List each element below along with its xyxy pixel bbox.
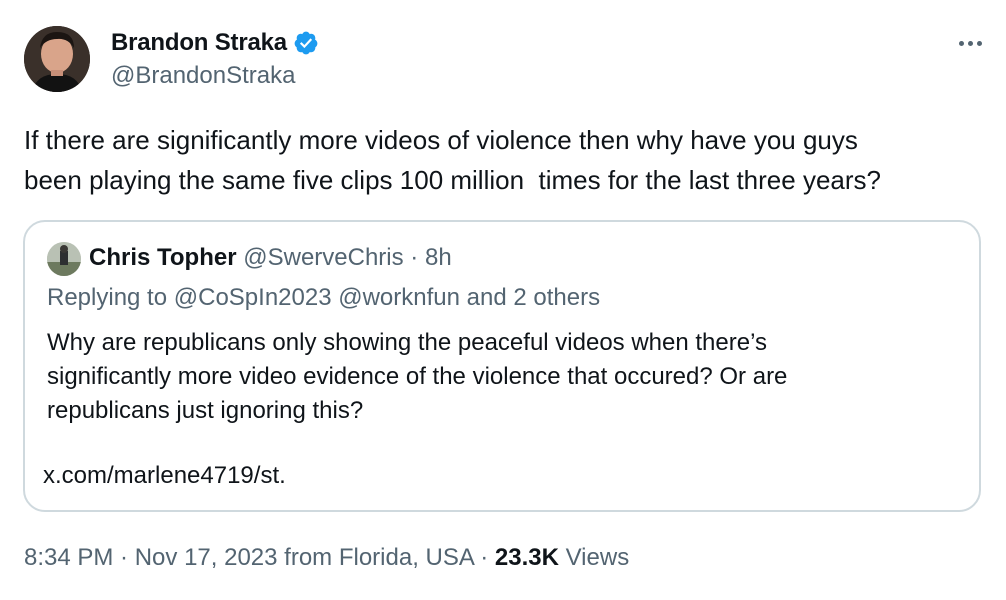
replying-prefix: Replying to [47,284,174,311]
author-handle[interactable]: @BrandonStraka [111,62,295,90]
tweet-time[interactable]: 8:34 PM [24,544,113,571]
separator-dot: · [113,544,135,571]
separator-dot: · [403,244,425,271]
profile-photo-icon [24,26,90,92]
quoted-author-name[interactable]: Chris Topher [89,244,237,271]
author-display-name[interactable]: Brandon Straka [111,29,287,57]
replying-to-line: Replying to @CoSpIn2023 @worknfun and 2 … [47,284,600,312]
dot [967,40,973,46]
mention-link[interactable]: @CoSpIn2023 [174,284,332,311]
tweet-location: from Florida, USA [277,544,474,571]
mention-link[interactable]: @worknfun [338,284,460,311]
more-options-icon[interactable] [954,33,986,53]
quoted-tweet-time[interactable]: 8h [425,244,452,271]
quoted-author-handle[interactable]: @SwerveChris [243,244,403,271]
views-label: Views [558,544,630,571]
tweet-text: If there are significantly more videos o… [24,125,881,195]
tweet-date[interactable]: Nov 17, 2023 [135,544,278,571]
quoted-tweet-text: Why are republicans only showing the pea… [47,329,788,424]
tweet-metadata: 8:34 PM · Nov 17, 2023 from Florida, USA… [24,544,629,572]
quoted-tweet-header: Chris Topher @SwerveChris · 8h [89,244,452,272]
quoted-author-avatar[interactable] [47,242,81,276]
quoted-tweet-link[interactable]: x.com/marlene4719/st. [43,462,286,490]
separator-dot: · [473,544,495,571]
views-count: 23.3K [494,544,559,571]
verified-badge-icon [294,31,318,55]
profile-photo-icon [47,242,81,276]
quoted-tweet-card[interactable]: Chris Topher @SwerveChris · 8h Replying … [23,220,981,512]
replying-suffix: and 2 others [459,284,601,311]
dot [976,40,982,46]
author-avatar[interactable] [24,26,90,92]
author-name-row: Brandon Straka [111,28,319,58]
dot [958,40,964,46]
